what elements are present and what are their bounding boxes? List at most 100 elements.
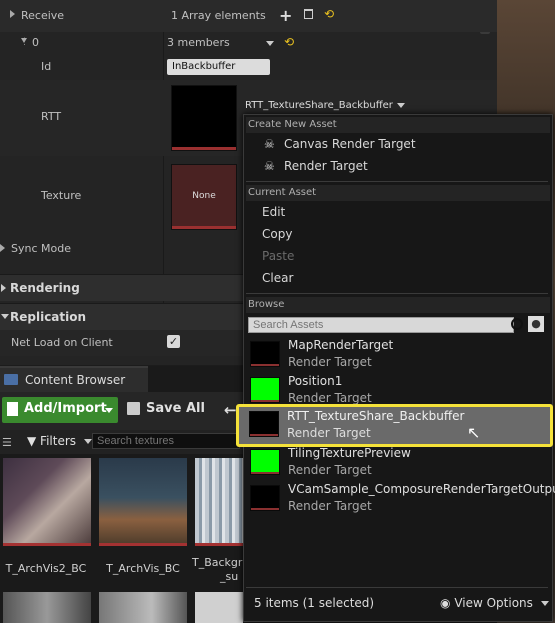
tab-content-browser[interactable]: Content Browser bbox=[0, 366, 148, 394]
create-new-asset-header: Create New Asset bbox=[246, 117, 550, 133]
save-all-button[interactable]: Save All bbox=[124, 397, 214, 423]
user-icon[interactable]: ● bbox=[528, 316, 544, 332]
asset-swatch bbox=[250, 485, 280, 511]
asset-tile[interactable] bbox=[99, 592, 187, 623]
rtt-label: RTT bbox=[41, 110, 62, 123]
texture-thumbnail[interactable]: None bbox=[171, 164, 237, 230]
view-options-label: View Options bbox=[454, 596, 533, 610]
net-load-checkbox[interactable]: ✓ bbox=[167, 335, 180, 348]
add-import-button[interactable]: Add/Import bbox=[2, 397, 118, 423]
reset-arrow-icon[interactable]: ⟲ bbox=[324, 7, 334, 21]
sources-toggle-icon[interactable]: ☰ bbox=[2, 436, 12, 449]
receive-row: Receive 1 Array elements + ⟲ bbox=[0, 0, 497, 32]
menu-item-edit[interactable]: Edit bbox=[244, 201, 550, 223]
menu-item-canvas-render-target[interactable]: ☠ Canvas Render Target bbox=[244, 133, 550, 155]
id-label: Id bbox=[41, 60, 52, 73]
add-import-label: Add/Import bbox=[24, 401, 107, 416]
texture-label: Texture bbox=[41, 189, 82, 202]
id-input[interactable]: InBackbuffer bbox=[167, 59, 270, 75]
current-asset-header: Current Asset bbox=[246, 185, 550, 201]
trash-icon[interactable] bbox=[304, 9, 313, 19]
asset-name: VCamSample_ComposureRenderTargetOutput bbox=[288, 482, 555, 496]
asset-swatch bbox=[249, 411, 279, 437]
menu-divider bbox=[246, 587, 548, 588]
asset-search-input[interactable] bbox=[248, 317, 514, 333]
asset-type: Render Target bbox=[288, 463, 372, 477]
menu-item-copy[interactable]: Copy bbox=[244, 223, 550, 245]
asset-type: Render Target bbox=[287, 426, 371, 440]
asset-tile[interactable] bbox=[195, 458, 243, 546]
menu-item-label: Render Target bbox=[284, 159, 368, 173]
asset-list-item[interactable]: MapRenderTarget Render Target bbox=[246, 338, 548, 374]
asset-name: MapRenderTarget bbox=[288, 338, 394, 352]
search-icon bbox=[511, 318, 523, 330]
members-value: 3 members bbox=[167, 36, 230, 49]
asset-tile[interactable] bbox=[3, 592, 91, 623]
element-index-label: 0 bbox=[32, 36, 39, 49]
menu-item-label: Clear bbox=[262, 271, 294, 285]
element-0-row: ⋮ 0 3 members ⟲ bbox=[0, 32, 497, 54]
skull-icon: ☠ bbox=[264, 159, 275, 173]
reset-element-icon[interactable]: ⟲ bbox=[284, 35, 294, 49]
asset-tile[interactable] bbox=[99, 458, 187, 546]
content-browser-tabbar: Content Browser bbox=[0, 366, 243, 394]
filters-button[interactable]: ▼ Filters bbox=[27, 434, 92, 448]
menu-item-render-target[interactable]: ☠ Render Target bbox=[244, 155, 550, 177]
replication-label: Replication bbox=[10, 310, 87, 324]
asset-tile[interactable] bbox=[3, 458, 91, 546]
asset-type: Render Target bbox=[288, 355, 372, 369]
browse-header: Browse bbox=[246, 297, 550, 313]
net-load-label: Net Load on Client bbox=[11, 336, 113, 349]
content-browser-toolbar: Add/Import Save All ← bbox=[0, 392, 243, 430]
rtt-asset-combo-label: RTT_TextureShare_Backbuffer bbox=[245, 100, 393, 111]
save-all-label: Save All bbox=[146, 401, 205, 416]
id-row: Id InBackbuffer bbox=[0, 54, 497, 80]
asset-swatch bbox=[250, 377, 280, 403]
receive-label: Receive bbox=[21, 9, 65, 22]
new-file-icon bbox=[7, 402, 18, 416]
asset-tile-label: T_ArchVis2_BC bbox=[5, 562, 87, 575]
save-icon bbox=[127, 402, 140, 415]
sync-mode-label: Sync Mode bbox=[11, 242, 71, 255]
rendering-label: Rendering bbox=[10, 281, 80, 295]
back-arrow-icon[interactable]: ← bbox=[224, 401, 237, 419]
eye-icon: ◉ bbox=[440, 596, 451, 610]
menu-item-clear[interactable]: Clear bbox=[244, 267, 550, 289]
menu-item-label: Edit bbox=[262, 205, 286, 219]
receive-value: 1 Array elements bbox=[171, 9, 266, 22]
view-options-button[interactable]: ◉ View Options bbox=[440, 596, 549, 610]
asset-list-item[interactable]: VCamSample_ComposureRenderTargetOutput R… bbox=[246, 482, 555, 518]
asset-list-item-selected[interactable]: RTT_TextureShare_Backbuffer Render Targe… bbox=[236, 404, 553, 447]
menu-divider bbox=[246, 181, 548, 182]
asset-type: Render Target bbox=[288, 391, 372, 405]
content-browser-grid: T_ArchVis2_BC T_ArchVis_BC T_Backgr _su bbox=[0, 454, 243, 623]
asset-name: Position1 bbox=[288, 374, 343, 388]
asset-name: TilingTexturePreview bbox=[288, 446, 411, 460]
rtt-asset-combo[interactable]: RTT_TextureShare_Backbuffer bbox=[245, 100, 405, 111]
asset-name: RTT_TextureShare_Backbuffer bbox=[287, 409, 465, 423]
texture-none-text: None bbox=[192, 191, 216, 201]
element-options-icon[interactable] bbox=[266, 41, 274, 46]
expand-arrow-icon[interactable] bbox=[0, 244, 5, 252]
rtt-thumbnail[interactable] bbox=[171, 85, 237, 151]
skull-icon: ☠ bbox=[264, 137, 275, 151]
menu-item-label: Copy bbox=[262, 227, 293, 241]
chevron-down-icon bbox=[540, 601, 549, 606]
tab-content-browser-label: Content Browser bbox=[25, 373, 126, 387]
add-element-icon[interactable]: + bbox=[279, 6, 292, 25]
menu-item-label: Paste bbox=[262, 249, 295, 263]
asset-tile-label: T_ArchVis_BC bbox=[106, 562, 180, 575]
textures-search-input[interactable] bbox=[92, 433, 240, 449]
asset-tile[interactable] bbox=[195, 592, 243, 623]
expand-arrow-icon bbox=[1, 284, 6, 292]
asset-picker-menu: Create New Asset ☠ Canvas Render Target … bbox=[236, 114, 555, 622]
menu-item-paste: Paste bbox=[244, 245, 550, 267]
collapse-arrow-icon[interactable] bbox=[21, 38, 27, 43]
expand-arrow-icon[interactable] bbox=[10, 10, 15, 18]
asset-swatch bbox=[250, 449, 280, 475]
chevron-down-icon bbox=[105, 408, 113, 413]
asset-swatch bbox=[250, 341, 280, 367]
asset-list-item[interactable]: TilingTexturePreview Render Target bbox=[246, 446, 548, 482]
chevron-down-icon bbox=[396, 102, 405, 108]
chevron-down-icon bbox=[83, 439, 92, 444]
